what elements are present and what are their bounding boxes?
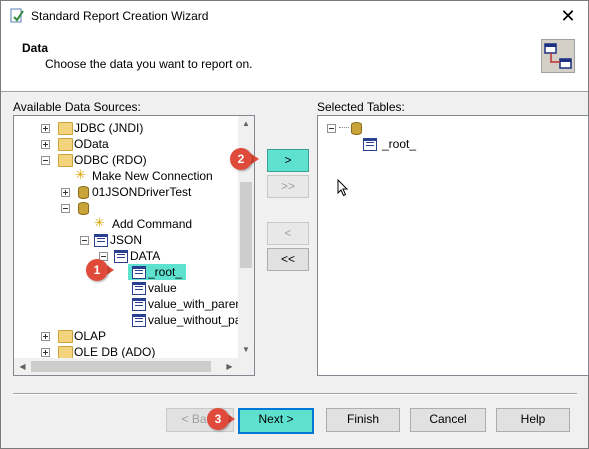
- selected-tables-label: Selected Tables:: [317, 100, 405, 114]
- collapse-icon[interactable]: [80, 236, 89, 245]
- expand-icon[interactable]: [41, 124, 50, 133]
- database-icon: [351, 122, 362, 135]
- tree-item-label: JSON: [110, 233, 143, 247]
- tree-item-odata[interactable]: OData: [14, 136, 238, 152]
- folder-icon: [58, 154, 73, 167]
- tree-item-value-without-parent[interactable]: value_without_par: [14, 312, 238, 328]
- tree-item-label: value_without_par: [148, 313, 238, 327]
- tree-item-label: OLAP: [74, 329, 107, 343]
- add-all-button[interactable]: >>: [267, 175, 309, 198]
- mouse-cursor-icon: [337, 179, 349, 197]
- table-icon: [132, 266, 146, 279]
- step-callout-3: 3: [207, 408, 229, 430]
- folder-icon: [58, 330, 73, 343]
- database-icon: [78, 186, 89, 199]
- tree-item-label: _root_: [148, 265, 183, 279]
- table-icon: [132, 298, 146, 311]
- tree-item-label: value_with_parent: [148, 297, 238, 311]
- schema-icon: [114, 250, 128, 263]
- folder-icon: [58, 122, 73, 135]
- tree-item-make-new-connection[interactable]: ✳ Make New Connection: [14, 167, 238, 184]
- add-table-button[interactable]: >: [267, 149, 309, 172]
- collapse-icon[interactable]: [61, 204, 70, 213]
- scroll-thumb[interactable]: [240, 182, 252, 268]
- finish-button[interactable]: Finish: [326, 408, 400, 432]
- available-sources-label: Available Data Sources:: [13, 100, 141, 114]
- tree-line: [339, 127, 349, 128]
- schema-icon: [94, 234, 108, 247]
- scroll-corner: [238, 358, 254, 375]
- tree-item-value-with-parent[interactable]: value_with_parent: [14, 296, 238, 312]
- remove-all-button[interactable]: <<: [267, 248, 309, 271]
- wizard-header: Data Choose the data you want to report …: [1, 31, 588, 92]
- tree-item-data[interactable]: DATA: [14, 248, 238, 264]
- tree-item-label: OLE DB (ADO): [74, 345, 156, 358]
- tree-item-label: JDBC (JNDI): [74, 121, 144, 135]
- expand-icon[interactable]: [41, 348, 50, 357]
- step-callout-2: 2: [230, 148, 252, 170]
- selected-tree-connection[interactable]: [318, 120, 518, 136]
- tree-item-jdbc[interactable]: JDBC (JNDI): [14, 120, 238, 136]
- tree-item-odbc[interactable]: ODBC (RDO): [14, 152, 238, 168]
- database-connection-icon: [78, 202, 89, 215]
- tree-item-value[interactable]: value: [14, 280, 238, 296]
- window-title: Standard Report Creation Wizard: [31, 9, 209, 23]
- close-button[interactable]: ✕: [548, 1, 588, 31]
- collapse-icon[interactable]: [41, 156, 50, 165]
- tree-item-01jsondrivertest[interactable]: 01JSONDriverTest: [14, 184, 238, 200]
- page-title: Data: [22, 41, 49, 55]
- tree-item-oledb[interactable]: OLE DB (ADO): [14, 344, 238, 358]
- expand-icon[interactable]: [41, 332, 50, 341]
- folder-icon: [58, 346, 73, 358]
- scroll-up-arrow-icon[interactable]: ▲: [238, 116, 254, 132]
- available-sources-tree[interactable]: JDBC (JNDI) OData ODBC (RDO) ✳ Make New …: [13, 115, 255, 376]
- tree-item-label: value: [148, 281, 177, 295]
- next-button[interactable]: Next >: [238, 408, 314, 434]
- collapse-icon[interactable]: [327, 124, 336, 133]
- folder-icon: [58, 138, 73, 151]
- tree-item-label: Make New Connection: [92, 169, 213, 183]
- page-subtitle: Choose the data you want to report on.: [45, 57, 253, 71]
- tree-item-label: Add Command: [112, 217, 193, 231]
- tree-item-label: 01JSONDriverTest: [92, 185, 192, 199]
- tree-item-olap[interactable]: OLAP: [14, 328, 238, 344]
- expand-icon[interactable]: [41, 140, 50, 149]
- cancel-button[interactable]: Cancel: [410, 408, 486, 432]
- wizard-window: Standard Report Creation Wizard ✕ Data C…: [0, 0, 589, 449]
- crystal-reports-icon: [10, 8, 24, 23]
- tree-item-root-selected[interactable]: _root_: [128, 264, 186, 280]
- table-icon: [363, 138, 377, 151]
- table-icon: [132, 314, 146, 327]
- table-icon: [132, 282, 146, 295]
- expand-icon[interactable]: [61, 188, 70, 197]
- selected-tables-tree[interactable]: _root_: [317, 115, 589, 376]
- footer-separator: [13, 393, 577, 395]
- tree-viewport: JDBC (JNDI) OData ODBC (RDO) ✳ Make New …: [14, 116, 238, 358]
- add-command-icon: ✳: [94, 215, 105, 230]
- tree-item-json[interactable]: JSON: [14, 232, 238, 248]
- horizontal-scrollbar[interactable]: ◀ ▶: [14, 358, 238, 375]
- scroll-left-arrow-icon[interactable]: ◀: [14, 358, 31, 375]
- scroll-right-arrow-icon[interactable]: ▶: [221, 358, 238, 375]
- remove-table-button[interactable]: <: [267, 222, 309, 245]
- tree-item-label: DATA: [130, 249, 161, 263]
- tree-item-label: _root_: [382, 137, 417, 151]
- tree-item-connection[interactable]: [14, 200, 238, 216]
- tree-item-label: OData: [74, 137, 109, 151]
- tree-item-label: ODBC (RDO): [74, 153, 147, 167]
- selected-tree-root[interactable]: _root_: [318, 136, 518, 152]
- scroll-down-arrow-icon[interactable]: ▼: [238, 342, 254, 358]
- title-bar: Standard Report Creation Wizard ✕: [1, 1, 588, 31]
- tree-item-add-command[interactable]: ✳ Add Command: [14, 215, 238, 232]
- scroll-thumb[interactable]: [31, 361, 211, 372]
- step-callout-1: 1: [86, 259, 108, 281]
- new-connection-icon: ✳: [75, 167, 86, 182]
- data-link-icon: [541, 39, 575, 73]
- help-button[interactable]: Help: [496, 408, 570, 432]
